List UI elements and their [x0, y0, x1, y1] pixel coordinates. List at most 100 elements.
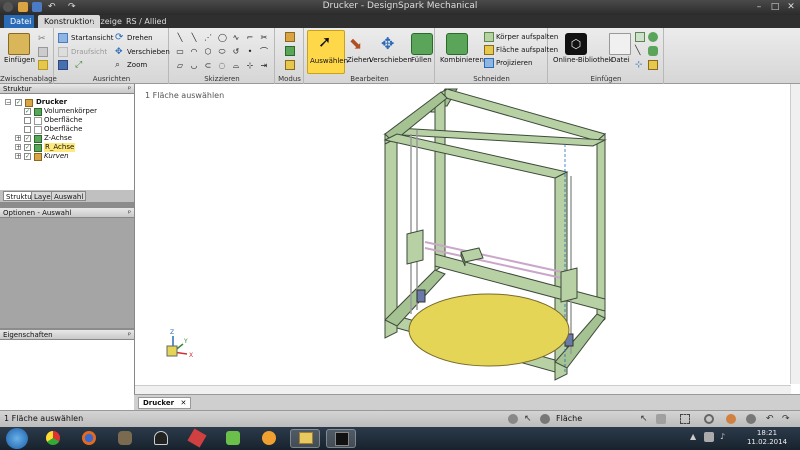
- expand-icon[interactable]: +: [15, 153, 21, 160]
- format-painter-icon[interactable]: [38, 60, 48, 70]
- plane-icon[interactable]: [635, 32, 645, 42]
- visibility-checkbox[interactable]: [24, 126, 31, 133]
- tree-item-z-achse[interactable]: + ✓ Z-Achse: [2, 134, 132, 143]
- paste-icon[interactable]: [8, 33, 30, 55]
- drehen-button[interactable]: Drehen: [127, 34, 153, 42]
- selection-mode-icon[interactable]: [508, 414, 518, 424]
- vertical-scrollbar[interactable]: [790, 84, 800, 384]
- tree-item-r-achse[interactable]: + ✓ R_Achse: [2, 143, 132, 152]
- taskbar-paint[interactable]: [182, 428, 212, 448]
- undo-icon[interactable]: ↶: [766, 414, 778, 424]
- startansicht-button[interactable]: Startansicht: [71, 34, 113, 42]
- section-mode-icon[interactable]: [285, 46, 295, 56]
- sketch-mode-icon[interactable]: [285, 32, 295, 42]
- tree-item-volumenkorper[interactable]: ✓ Volumenkörper: [2, 107, 132, 116]
- copy-icon[interactable]: [38, 47, 48, 57]
- tray-flag-icon[interactable]: [704, 432, 714, 442]
- arc-tool-icon[interactable]: ◠: [190, 48, 198, 56]
- fillet-tool-icon[interactable]: ⌓: [232, 62, 240, 70]
- rectangle-tool-icon[interactable]: ▭: [176, 48, 184, 56]
- three-point-rect-icon[interactable]: ▱: [176, 62, 184, 70]
- collapse-icon[interactable]: −: [5, 99, 11, 106]
- point-tool-icon[interactable]: •: [246, 48, 254, 56]
- motor-left[interactable]: [416, 289, 426, 303]
- polygon-tool-icon[interactable]: ⬡: [204, 48, 212, 56]
- z-carriage-left[interactable]: [406, 229, 424, 265]
- cut-icon[interactable]: ✂: [38, 34, 48, 44]
- construction-line-icon[interactable]: ⋰: [204, 34, 212, 42]
- frame-post-front-left[interactable]: [384, 137, 398, 339]
- ziehen-button[interactable]: Ziehen: [347, 56, 371, 64]
- 3d-viewport[interactable]: 1 Fläche auswählen Z X Y: [134, 84, 800, 394]
- render-icon[interactable]: [726, 414, 736, 424]
- axis-icon[interactable]: ╲: [635, 46, 645, 56]
- taskbar-app[interactable]: [218, 429, 248, 448]
- fullen-button[interactable]: Füllen: [411, 56, 432, 64]
- projizieren-button[interactable]: Projizieren: [496, 59, 532, 67]
- cylinder-icon[interactable]: [648, 46, 658, 56]
- file-icon[interactable]: [609, 33, 631, 55]
- pin-icon[interactable]: ᵖ: [128, 84, 131, 94]
- system-clock[interactable]: 18:21 11.02.2014: [740, 429, 794, 447]
- zoom-button[interactable]: Zoom: [127, 61, 147, 69]
- filter-icon[interactable]: [540, 414, 550, 424]
- origin-icon[interactable]: ⊹: [635, 60, 645, 70]
- printer-model[interactable]: Z X Y: [135, 84, 791, 384]
- tab-auswahl[interactable]: Auswahl: [51, 191, 87, 201]
- three-point-circle-icon[interactable]: ◌: [218, 62, 226, 70]
- tab-rs-allied[interactable]: RS / Allied: [120, 15, 173, 28]
- build-plate[interactable]: [408, 293, 570, 367]
- pull-icon[interactable]: ⬊: [349, 33, 371, 55]
- project-tool-icon[interactable]: ⊹: [246, 62, 254, 70]
- verschieben-view-button[interactable]: Verschieben: [127, 48, 170, 56]
- spline-tool-icon[interactable]: ∿: [232, 34, 240, 42]
- minimize-button[interactable]: –: [752, 1, 766, 13]
- maximize-button[interactable]: □: [768, 1, 782, 13]
- sphere-icon[interactable]: [648, 32, 658, 42]
- kombinieren-button[interactable]: Kombinieren: [440, 56, 484, 64]
- taskbar-explorer[interactable]: [290, 429, 320, 448]
- taskbar-scratch[interactable]: [254, 429, 284, 448]
- online-library-icon[interactable]: ⬡: [565, 33, 587, 55]
- tree-item-kurven[interactable]: + ✓ Kurven: [2, 152, 132, 161]
- fill-icon[interactable]: [411, 33, 433, 55]
- tree-item-oberflache-2[interactable]: Oberfläche: [2, 125, 132, 134]
- pointer-icon[interactable]: ↖: [640, 414, 650, 424]
- select-tool-icon[interactable]: [656, 414, 666, 424]
- start-button[interactable]: [6, 428, 28, 449]
- slot-tool-icon[interactable]: ⊂: [204, 62, 212, 70]
- view-cube-icon[interactable]: [58, 60, 68, 70]
- auswahlen-button[interactable]: ➚ Auswählen: [307, 30, 348, 74]
- horizontal-scrollbar[interactable]: [135, 385, 791, 394]
- document-tab-drucker[interactable]: Drucker ✕: [138, 397, 192, 409]
- sweep-arc-icon[interactable]: ↺: [232, 48, 240, 56]
- pin-icon[interactable]: ᵖ: [128, 208, 131, 218]
- tray-arrow-icon[interactable]: ▲: [690, 432, 700, 442]
- taskbar-designspark[interactable]: [326, 429, 356, 448]
- shell-icon[interactable]: [648, 60, 658, 70]
- tangent-line-icon[interactable]: ╲: [190, 34, 198, 42]
- datei-button[interactable]: Datei: [611, 56, 630, 64]
- draufsicht-button[interactable]: Draufsicht: [71, 48, 107, 56]
- paste-label[interactable]: Einfügen: [4, 56, 35, 64]
- verschieben-button[interactable]: Verschieben: [369, 56, 412, 64]
- taskbar-chrome[interactable]: [38, 429, 68, 448]
- circle-tool-icon[interactable]: ◯: [218, 34, 227, 42]
- move-icon[interactable]: ✥: [381, 33, 403, 55]
- 3d-mode-icon[interactable]: [285, 60, 295, 70]
- extend-tool-icon[interactable]: ⇥: [260, 62, 268, 70]
- expand-icon[interactable]: +: [15, 135, 21, 142]
- line-tool-icon[interactable]: ╲: [176, 34, 184, 42]
- redo-icon[interactable]: ↷: [782, 414, 794, 424]
- combine-icon[interactable]: [446, 33, 468, 55]
- tree-item-drucker[interactable]: − ✓ Drucker: [2, 98, 132, 107]
- online-bibliothek-button[interactable]: Online-Bibliothek: [553, 56, 613, 64]
- z-carriage-right[interactable]: [560, 267, 578, 303]
- expand-icon[interactable]: +: [15, 144, 21, 151]
- close-button[interactable]: ✕: [784, 1, 798, 13]
- zoom-extents-icon[interactable]: ⤢: [75, 60, 85, 70]
- taskbar-inkscape[interactable]: [146, 429, 176, 448]
- tab-datei[interactable]: Datei: [4, 15, 34, 28]
- visibility-checkbox[interactable]: ✓: [24, 108, 31, 115]
- ellipse-tool-icon[interactable]: ⬭: [218, 48, 226, 56]
